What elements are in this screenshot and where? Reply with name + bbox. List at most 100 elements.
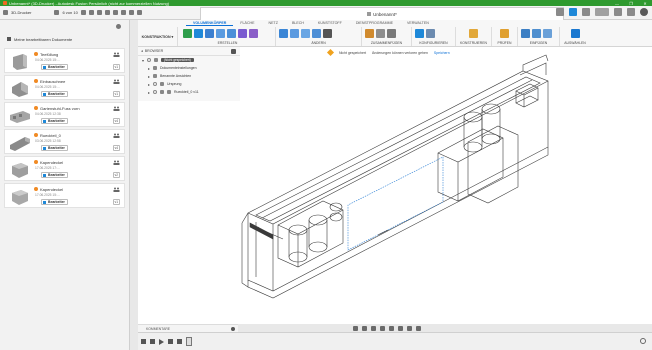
insert-derive-icon[interactable] xyxy=(521,29,530,38)
list-item[interactable]: Kapendeckel 17.06.2025 15:... Bearbeiter… xyxy=(4,183,125,208)
offset-plane-icon[interactable] xyxy=(469,29,478,38)
refresh-icon[interactable] xyxy=(80,10,86,15)
home-icon[interactable] xyxy=(7,37,11,41)
display-settings-icon[interactable] xyxy=(398,325,403,331)
tab-blech[interactable]: BLECH xyxy=(285,20,311,26)
grid-icon[interactable] xyxy=(54,10,60,15)
fit-icon[interactable] xyxy=(389,325,394,331)
browser-pin-icon[interactable] xyxy=(231,49,236,54)
redo-icon[interactable] xyxy=(128,10,134,15)
move-icon[interactable] xyxy=(323,29,332,38)
notifications-icon[interactable] xyxy=(614,8,622,16)
go-to-start-icon[interactable] xyxy=(141,339,146,344)
document-tab[interactable]: Unbenannt* × xyxy=(200,7,564,20)
select-icon[interactable] xyxy=(570,29,580,38)
pattern-icon[interactable] xyxy=(238,29,247,38)
pan-icon[interactable] xyxy=(371,325,376,331)
home-icon[interactable] xyxy=(136,10,142,15)
close-button[interactable]: ✕ xyxy=(638,1,652,6)
measure-icon[interactable] xyxy=(500,29,509,38)
hole-icon[interactable] xyxy=(227,29,236,38)
extensions-icon[interactable] xyxy=(569,8,577,16)
job-icon[interactable] xyxy=(582,8,590,16)
version-badge[interactable]: v1 xyxy=(112,91,120,97)
group-aendern[interactable]: ÄNDERN xyxy=(276,27,362,46)
close-panel-icon[interactable] xyxy=(96,10,102,15)
tab-flaeche[interactable]: FLÄCHE xyxy=(233,20,261,26)
edit-button[interactable]: Bearbeiter xyxy=(41,145,68,151)
version-badge[interactable]: v2 xyxy=(112,172,120,178)
tab-dienstprogramme[interactable]: DIENSTPROGRAMME xyxy=(349,20,400,26)
parameters-icon[interactable] xyxy=(415,29,424,38)
browser-header[interactable]: ◂ BROWSER xyxy=(138,47,240,56)
browser-item-dokumenteinstellungen[interactable]: ▸ Dokumenteinstellungen xyxy=(138,64,240,72)
chamfer-icon[interactable] xyxy=(301,29,310,38)
save-link[interactable]: Speichern xyxy=(434,51,450,55)
go-to-end-icon[interactable] xyxy=(177,339,182,344)
search-icon[interactable] xyxy=(88,10,94,15)
collapse-icon[interactable]: ◂ xyxy=(141,49,143,53)
close-data-panel-icon[interactable] xyxy=(116,23,121,29)
browser-item-benannte-ansichten[interactable]: ▸ Benannte Ansichten xyxy=(138,72,240,80)
group-konstruieren[interactable]: KONSTRUIEREN xyxy=(456,27,492,46)
visibility-icon[interactable] xyxy=(153,90,157,94)
new-component-icon[interactable] xyxy=(183,29,192,38)
people-icon[interactable] xyxy=(113,187,120,192)
group-konfigurieren[interactable]: KONFIGURIEREN xyxy=(412,27,456,46)
version-badge[interactable]: v1 xyxy=(112,64,120,70)
save-icon[interactable] xyxy=(112,10,118,15)
group-pruefen[interactable]: PRÜFEN xyxy=(492,27,518,46)
list-item[interactable]: Rueckteil_0 03.06.2025 12:58 Bearbeiter … xyxy=(4,129,125,154)
breadcrumb-label[interactable]: Meine bearbeitbaren Dokumente xyxy=(14,37,72,42)
add-comment-icon[interactable] xyxy=(231,327,235,331)
fillet-icon[interactable] xyxy=(290,29,299,38)
people-icon[interactable] xyxy=(113,79,120,84)
maximize-button[interactable]: ❐ xyxy=(624,1,638,6)
people-icon[interactable] xyxy=(113,160,120,165)
tab-kunststoff[interactable]: KUNSTSTOFF xyxy=(311,20,349,26)
configure-icon[interactable] xyxy=(426,29,435,38)
visibility-icon[interactable] xyxy=(147,58,151,62)
group-einfuegen[interactable]: EINFÜGEN xyxy=(518,27,560,46)
group-erstellen[interactable]: ERSTELLEN xyxy=(180,27,276,46)
job-status[interactable]: 6 von 10 xyxy=(62,10,77,15)
box-icon[interactable] xyxy=(249,29,258,38)
viewports-icon[interactable] xyxy=(416,325,421,331)
as-built-joint-icon[interactable] xyxy=(376,29,385,38)
shell-icon[interactable] xyxy=(312,29,321,38)
group-zusammenfuegen[interactable]: ZUSAMMENFÜGEN xyxy=(362,27,412,46)
play-icon[interactable] xyxy=(159,338,164,345)
timeline-settings-icon[interactable] xyxy=(640,338,646,344)
project-selector[interactable]: 3D-Drucker xyxy=(11,10,31,15)
step-forward-icon[interactable] xyxy=(168,339,173,344)
help-icon[interactable] xyxy=(627,8,635,16)
insert-mesh-icon[interactable] xyxy=(532,29,541,38)
version-badge[interactable]: v1 xyxy=(112,199,120,205)
list-item[interactable]: Gartenstuhl-Fuss vorn 04.06.2025 12:38 B… xyxy=(4,102,125,127)
list-item[interactable]: Einbauschnee 04.06.2025 15:... Bearbeite… xyxy=(4,75,125,100)
revolve-icon[interactable] xyxy=(216,29,225,38)
step-back-icon[interactable] xyxy=(150,339,155,344)
edit-button[interactable]: Bearbeiter xyxy=(41,199,68,205)
people-icon[interactable] xyxy=(113,52,120,57)
edit-button[interactable]: Bearbeiter xyxy=(41,64,68,70)
edit-button[interactable]: Bearbeiter xyxy=(41,118,68,124)
version-badge[interactable]: v4 xyxy=(112,145,120,151)
browser-item-rueckteil[interactable]: ▸ Rueckteil_0 v11 xyxy=(138,88,240,96)
grid-settings-icon[interactable] xyxy=(407,325,412,331)
list-item[interactable]: Teefüllung 04.06.2025 15:... Bearbeiter … xyxy=(4,48,125,73)
press-pull-icon[interactable] xyxy=(279,29,288,38)
joint-icon[interactable] xyxy=(365,29,374,38)
online-status-icon[interactable] xyxy=(595,8,609,16)
rigid-group-icon[interactable] xyxy=(387,29,396,38)
timeline-feature[interactable] xyxy=(186,337,192,346)
extrude-icon[interactable] xyxy=(205,29,214,38)
app-menu-icon[interactable] xyxy=(3,10,8,15)
version-badge[interactable]: v4 xyxy=(112,118,120,124)
sketch-icon[interactable] xyxy=(194,29,203,38)
orbit-icon[interactable] xyxy=(353,325,358,331)
list-item[interactable]: Kapendeckel 17.06.2025 17:... Bearbeiter… xyxy=(4,156,125,181)
browser-item-ursprung[interactable]: ▸ Ursprung xyxy=(138,80,240,88)
undo-icon[interactable] xyxy=(120,10,126,15)
browser-root[interactable]: ▾ (Nicht gespeichert) xyxy=(138,56,240,64)
